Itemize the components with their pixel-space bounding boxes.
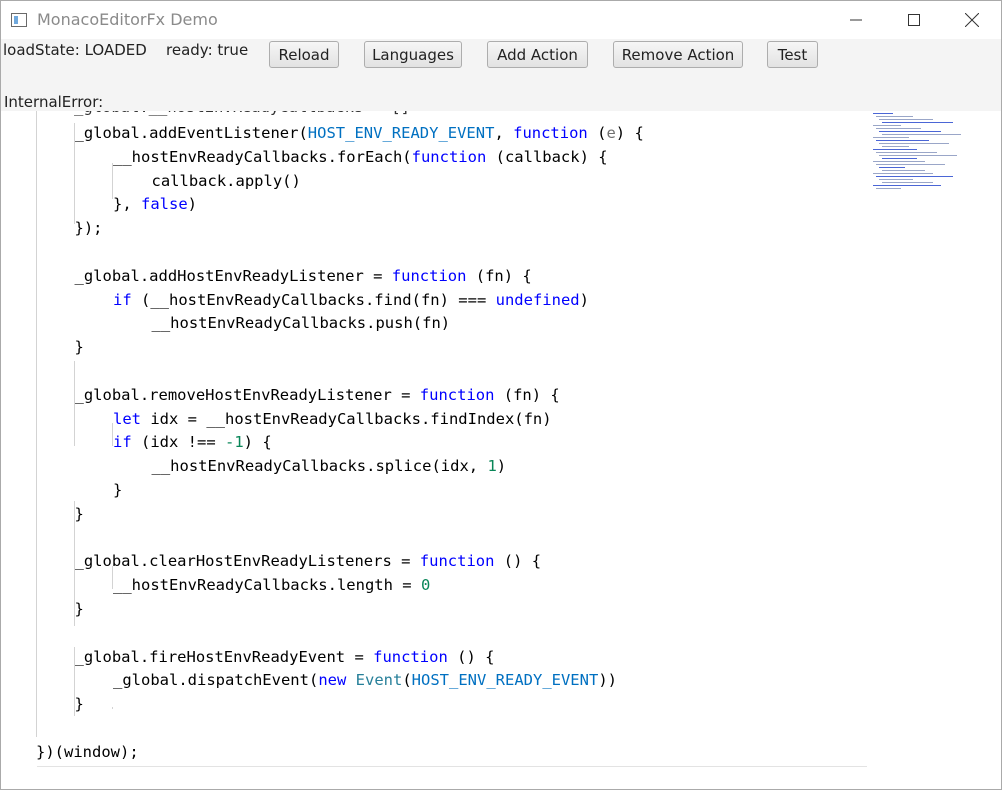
minimize-icon — [850, 19, 862, 21]
code-line: __hostEnvReadyCallbacks.length = 0 — [113, 576, 431, 595]
minimap-line — [876, 176, 953, 177]
minimap-line — [879, 179, 913, 180]
minimap-line — [873, 125, 901, 126]
close-icon — [965, 13, 979, 27]
maximize-icon — [908, 14, 920, 26]
indent-guide — [112, 163, 113, 199]
minimap-line — [879, 131, 941, 132]
test-button[interactable]: Test — [767, 41, 818, 68]
code-line: callback.apply() — [151, 171, 301, 190]
minimap-line — [882, 170, 925, 171]
minimap-line — [882, 182, 933, 183]
close-button[interactable] — [943, 1, 1001, 39]
minimize-button[interactable] — [827, 1, 885, 39]
minimap-line — [873, 113, 893, 114]
code-line: __hostEnvReadyCallbacks.push(fn) — [151, 314, 451, 333]
minimap-line — [876, 116, 913, 117]
code-line: _global.addEventListener(HOST_ENV_READY_… — [74, 124, 644, 142]
minimap-line — [873, 149, 917, 150]
ready-label: ready: true — [166, 41, 249, 59]
minimap[interactable] — [870, 111, 992, 201]
code-line: let idx = __hostEnvReadyCallbacks.findIn… — [113, 409, 552, 428]
minimap-line — [873, 137, 909, 138]
internal-error-label: InternalError: — [4, 93, 104, 111]
indent-guide — [74, 361, 75, 446]
toolbar: loadState: LOADED ready: true Reload Lan… — [1, 39, 1001, 112]
code-line: } — [74, 504, 84, 523]
horizontal-scrollbar[interactable] — [37, 766, 867, 767]
indent-guide — [74, 123, 75, 224]
minimap-line — [882, 122, 953, 123]
code-area[interactable]: _global.__hostEnvReadyCallbacks = [] _gl… — [1, 111, 867, 767]
minimap-line — [873, 161, 925, 162]
add-action-button[interactable]: Add Action — [487, 41, 588, 68]
code-line-partial: _global.__hostEnvReadyCallbacks = [] — [74, 111, 410, 119]
code-line: } — [74, 600, 84, 618]
load-state-label: loadState: LOADED — [3, 41, 147, 59]
minimap-line — [873, 185, 941, 186]
code-line: if (__hostEnvReadyCallbacks.find(fn) ===… — [113, 290, 589, 309]
reload-button[interactable]: Reload — [269, 41, 339, 68]
indent-guide — [74, 647, 75, 716]
title-bar[interactable]: MonacoEditorFx Demo — [1, 1, 1001, 39]
minimap-line — [876, 164, 945, 165]
indent-guide — [112, 707, 113, 709]
minimap-line — [876, 128, 921, 129]
languages-button[interactable]: Languages — [364, 41, 462, 68]
minimap-line — [876, 140, 929, 141]
minimap-line — [876, 152, 937, 153]
app-window: MonacoEditorFx Demo loadState: LOADED re… — [0, 0, 1002, 790]
minimap-line — [879, 167, 905, 168]
indent-guide — [112, 566, 113, 589]
minimap-line — [882, 158, 917, 159]
code-line: __hostEnvReadyCallbacks.splice(idx, 1) — [151, 457, 507, 476]
code-line: _global.addHostEnvReadyListener = functi… — [74, 266, 532, 285]
code-line: _global.fireHostEnvReadyEvent = function… — [74, 647, 495, 666]
window-title: MonacoEditorFx Demo — [37, 10, 218, 29]
code-line: _global.removeHostEnvReadyListener = fun… — [74, 385, 560, 404]
minimap-line — [879, 155, 957, 156]
indent-guide — [112, 423, 113, 446]
remove-action-button[interactable]: Remove Action — [613, 41, 743, 68]
minimap-line — [876, 188, 901, 189]
code-line: })(window); — [36, 742, 139, 761]
code-editor[interactable]: _global.__hostEnvReadyCallbacks = [] _gl… — [1, 111, 1001, 789]
vertical-scrollbar[interactable] — [987, 111, 1001, 767]
minimap-line — [882, 146, 909, 147]
maximize-button[interactable] — [885, 1, 943, 39]
code-line: }, false) — [113, 195, 198, 214]
code-line: } — [74, 695, 84, 714]
code-line: _global.clearHostEnvReadyListeners = fun… — [74, 552, 542, 571]
minimap-line — [879, 143, 949, 144]
minimap-line — [882, 134, 961, 135]
app-window-icon — [11, 13, 27, 27]
indent-guide — [36, 111, 37, 737]
code-line: }); — [74, 219, 103, 238]
code-line: } — [113, 481, 123, 499]
code-line: _global.dispatchEvent(new Event(HOST_ENV… — [113, 671, 617, 690]
code-line: } — [74, 338, 84, 357]
minimap-line — [879, 119, 933, 120]
indent-guide — [74, 501, 75, 626]
code-line: if (idx !== -1) { — [113, 433, 272, 452]
code-line: __hostEnvReadyCallbacks.forEach(function… — [113, 147, 608, 166]
minimap-line — [873, 173, 933, 174]
